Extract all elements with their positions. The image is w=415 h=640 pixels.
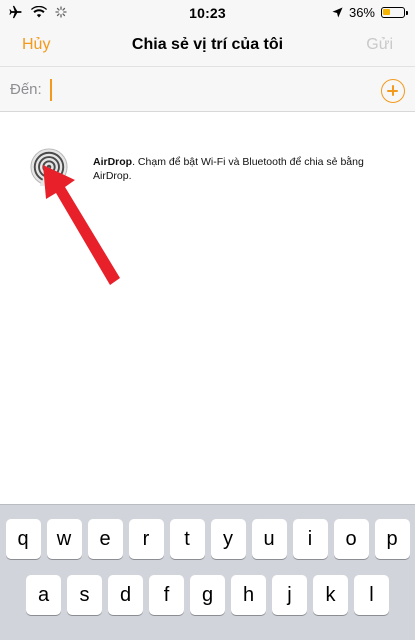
key-k[interactable]: k (313, 575, 348, 615)
key-f[interactable]: f (149, 575, 184, 615)
page-title: Chia sẻ vị trí của tôi (131, 36, 284, 53)
red-arrow-annotation (43, 165, 120, 285)
keyboard-row-1: qwertyuiop (0, 519, 415, 559)
key-r[interactable]: r (128, 519, 164, 559)
key-p[interactable]: p (374, 519, 410, 559)
key-e[interactable]: e (87, 519, 123, 559)
key-i[interactable]: i (292, 519, 328, 559)
key-d[interactable]: d (108, 575, 143, 615)
key-o[interactable]: o (333, 519, 369, 559)
add-contact-button[interactable] (381, 79, 405, 103)
keyboard: qwertyuiop asdfghjkl (0, 504, 415, 640)
key-y[interactable]: y (210, 519, 246, 559)
airdrop-description[interactable]: AirDrop. Chạm để bật Wi-Fi và Bluetooth … (93, 155, 393, 183)
battery-icon (381, 7, 408, 18)
key-j[interactable]: j (272, 575, 307, 615)
airdrop-description-text: . Chạm để bật Wi-Fi và Bluetooth để chia… (93, 156, 364, 182)
key-u[interactable]: u (251, 519, 287, 559)
key-h[interactable]: h (231, 575, 266, 615)
recipient-input[interactable] (52, 75, 352, 103)
recipient-row: Đến: (0, 66, 415, 112)
battery-percent: 36% (348, 5, 375, 20)
key-s[interactable]: s (67, 575, 102, 615)
key-w[interactable]: w (46, 519, 82, 559)
recipient-label: Đến: (10, 81, 42, 98)
status-right-icons: 36% (332, 5, 408, 20)
location-arrow-icon (332, 7, 343, 18)
key-t[interactable]: t (169, 519, 205, 559)
key-q[interactable]: q (5, 519, 41, 559)
battery-level (383, 9, 390, 15)
key-g[interactable]: g (190, 575, 225, 615)
nav-bar: Hủy Chia sẻ vị trí của tôi Gửi (0, 26, 415, 66)
key-a[interactable]: a (26, 575, 61, 615)
send-button[interactable]: Gửi (366, 36, 393, 54)
keyboard-row-2: asdfghjkl (0, 575, 415, 615)
status-bar: 10:23 36% (0, 0, 415, 26)
key-l[interactable]: l (354, 575, 389, 615)
